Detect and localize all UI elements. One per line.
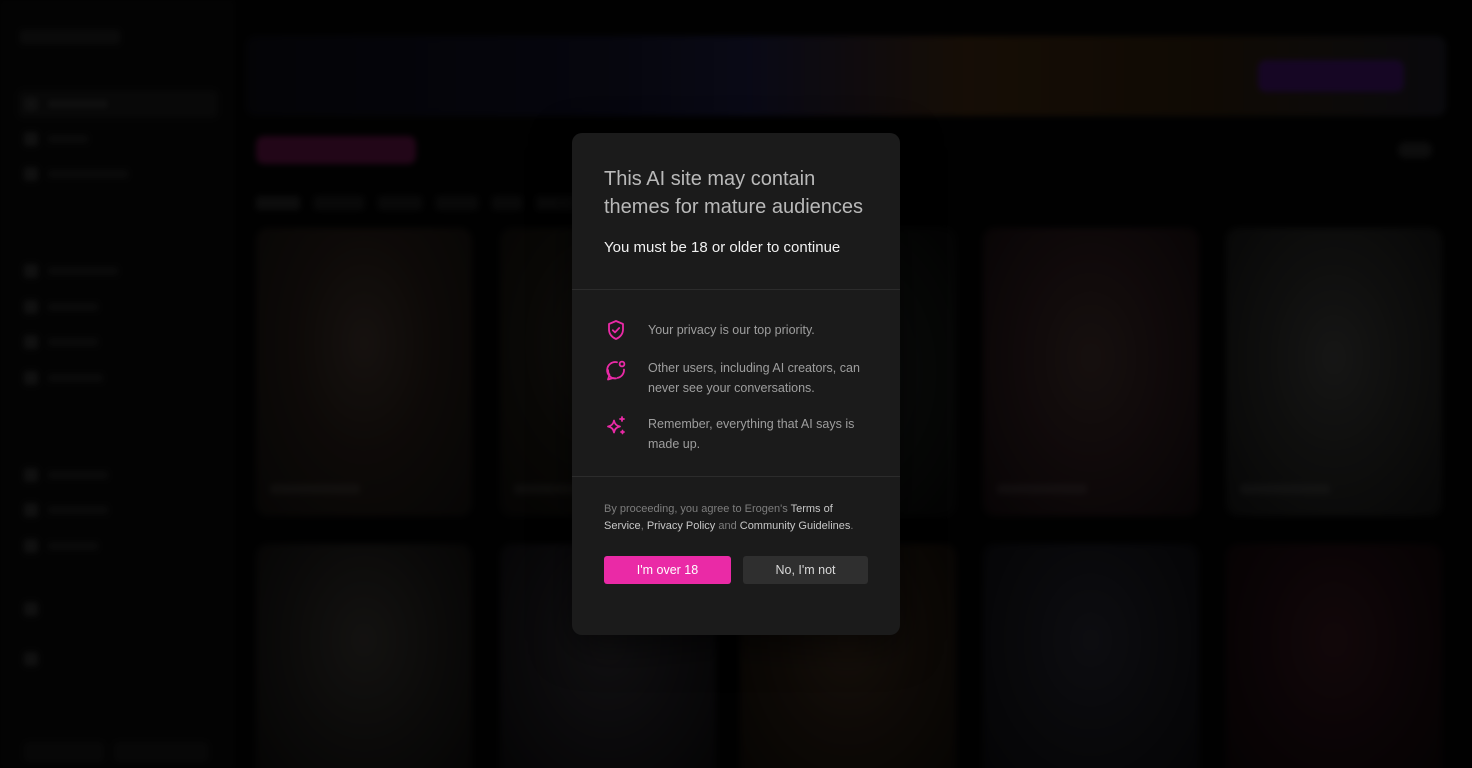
modal-actions: I'm over 18 No, I'm not xyxy=(572,534,900,584)
legal-prefix: By proceeding, you agree to Erogen's xyxy=(604,503,791,515)
info-list: Your privacy is our top priority. Other … xyxy=(572,290,900,476)
age-verification-modal: This AI site may contain themes for matu… xyxy=(572,133,900,635)
modal-title: This AI site may contain themes for matu… xyxy=(604,168,864,218)
info-item-disclaimer: Remember, everything that AI says is mad… xyxy=(604,414,868,454)
chat-bubble-dot-icon xyxy=(604,358,628,382)
info-item-conversations: Other users, including AI creators, can … xyxy=(604,358,868,398)
legal-separator: and xyxy=(715,519,740,532)
legal-suffix: . xyxy=(850,519,854,532)
modal-header: This AI site may contain themes for matu… xyxy=(572,133,900,289)
community-guidelines-link[interactable]: Community Guidelines xyxy=(740,520,851,532)
legal-notice: By proceeding, you agree to Erogen's Ter… xyxy=(572,477,900,534)
shield-check-icon xyxy=(604,318,628,342)
modal-subtitle: You must be 18 or older to continue xyxy=(604,239,841,256)
info-item-text: Remember, everything that AI says is mad… xyxy=(648,417,855,451)
info-item-text: Your privacy is our top priority. xyxy=(648,323,815,337)
sparkles-icon xyxy=(604,414,628,438)
confirm-age-button[interactable]: I'm over 18 xyxy=(604,556,731,584)
decline-age-button[interactable]: No, I'm not xyxy=(743,556,868,584)
info-item-privacy: Your privacy is our top priority. xyxy=(604,318,868,342)
privacy-policy-link[interactable]: Privacy Policy xyxy=(647,520,715,532)
info-item-text: Other users, including AI creators, can … xyxy=(648,361,860,395)
app-root: This AI site may contain themes for matu… xyxy=(0,0,1472,768)
